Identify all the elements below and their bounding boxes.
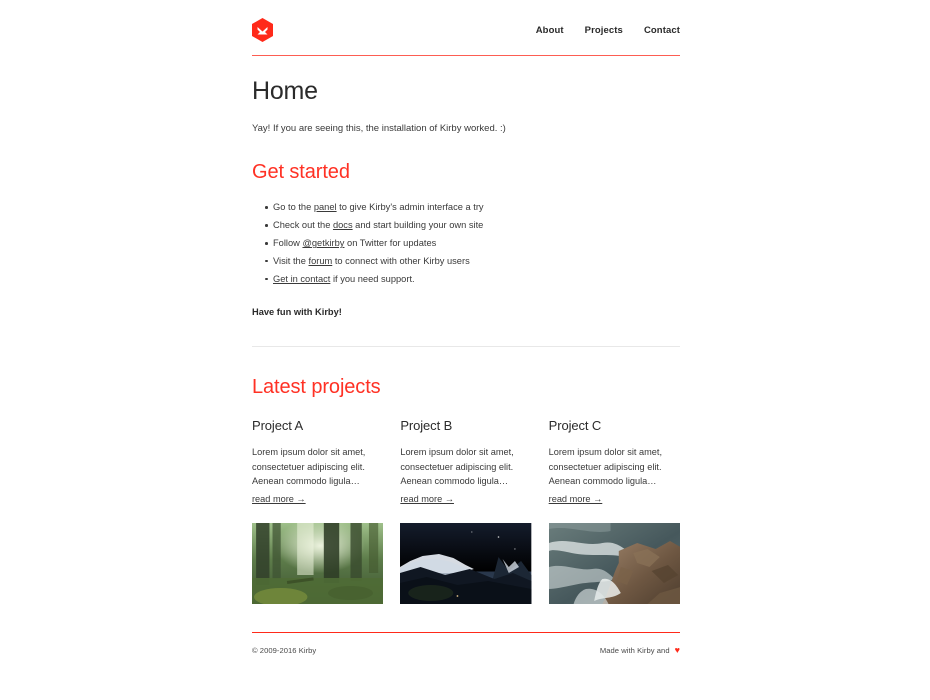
list-item-text-after: to give Kirby's admin interface a try: [336, 202, 484, 213]
site-header: About Projects Contact: [252, 0, 680, 42]
made-with-label: Made with Kirby and: [599, 645, 670, 655]
project-thumbnail-forest[interactable]: [252, 522, 384, 604]
main-content: Home Yay! If you are seeing this, the in…: [252, 77, 680, 604]
main-navigation: About Projects Contact: [536, 25, 680, 36]
project-thumbnail-waves[interactable]: [548, 522, 680, 604]
projects-grid: Project A Lorem ipsum dolor sit amet, co…: [252, 418, 680, 604]
list-item-text-after: to connect with other Kirby users: [332, 255, 470, 266]
project-excerpt: Lorem ipsum dolor sit amet, consectetuer…: [548, 447, 663, 487]
project-title: Project B: [400, 418, 453, 434]
intro-text: Yay! If you are seeing this, the install…: [252, 123, 506, 134]
link-forum[interactable]: forum: [309, 256, 333, 266]
project-card[interactable]: Project A Lorem ipsum dolor sit amet, co…: [252, 418, 384, 604]
list-item: Visit the forum to connect with other Ki…: [265, 254, 680, 268]
kirby-logo-icon[interactable]: [252, 18, 273, 42]
project-title: Project A: [252, 418, 304, 434]
read-more-link[interactable]: read more →: [400, 494, 454, 504]
heart-icon: ♥: [674, 644, 680, 655]
list-item-text-before: Go to the: [273, 202, 314, 213]
project-thumbnail-mountain[interactable]: [400, 522, 532, 604]
night-mountain-image: [400, 522, 532, 604]
copyright-text: © 2009-2016 Kirby: [252, 645, 317, 655]
latest-projects-heading: Latest projects: [252, 376, 381, 399]
link-getkirby-twitter[interactable]: @getkirby: [302, 238, 344, 248]
get-started-heading: Get started: [252, 161, 350, 184]
link-docs[interactable]: docs: [333, 220, 353, 230]
list-item: Follow @getkirby on Twitter for updates: [265, 236, 680, 250]
page-title: Home: [252, 77, 318, 105]
project-card[interactable]: Project B Lorem ipsum dolor sit amet, co…: [400, 418, 532, 604]
list-item-text-after: and start building your own site: [352, 220, 484, 231]
get-started-list: Go to the panel to give Kirby's admin in…: [252, 200, 680, 286]
section-divider-wrapper: [252, 346, 680, 348]
project-title: Project C: [548, 418, 602, 434]
header-divider: [252, 55, 680, 56]
list-item: Check out the docs and start building yo…: [265, 218, 680, 232]
made-with-kirby: Made with Kirby and ♥: [599, 644, 680, 655]
nav-item-contact[interactable]: Contact: [644, 25, 680, 36]
hexagon-icon: [252, 18, 273, 42]
project-excerpt: Lorem ipsum dolor sit amet, consectetuer…: [400, 447, 514, 487]
nav-item-projects[interactable]: Projects: [585, 25, 623, 36]
content-container: About Projects Contact Home Yay! If you …: [252, 0, 680, 655]
link-contact[interactable]: Get in contact: [273, 274, 330, 284]
nav-item-about[interactable]: About: [536, 25, 564, 36]
list-item: Get in contact if you need support.: [265, 272, 680, 286]
read-more-link[interactable]: read more →: [549, 494, 603, 504]
page-root: About Projects Contact Home Yay! If you …: [0, 0, 930, 700]
link-panel[interactable]: panel: [314, 202, 337, 212]
list-item-text-before: Follow: [273, 238, 303, 249]
project-excerpt: Lorem ipsum dolor sit amet, consectetuer…: [252, 447, 366, 487]
footer-content: © 2009-2016 Kirby Made with Kirby and ♥: [252, 644, 680, 655]
list-item-text-before: Check out the: [273, 220, 333, 231]
site-footer: © 2009-2016 Kirby Made with Kirby and ♥: [252, 631, 680, 655]
list-item-text-after: if you need support.: [330, 273, 415, 284]
project-card[interactable]: Project C Lorem ipsum dolor sit amet, co…: [548, 418, 680, 604]
forest-image: [252, 522, 384, 604]
list-item-text-after: on Twitter for updates: [344, 238, 437, 249]
have-fun-text: Have fun with Kirby!: [252, 307, 342, 318]
footer-divider: [252, 631, 680, 633]
waves-rocks-image: [548, 522, 680, 604]
list-item: Go to the panel to give Kirby's admin in…: [265, 200, 680, 214]
list-item-text-before: Visit the: [273, 255, 309, 266]
section-divider: [252, 346, 680, 348]
read-more-link[interactable]: read more →: [252, 494, 306, 504]
